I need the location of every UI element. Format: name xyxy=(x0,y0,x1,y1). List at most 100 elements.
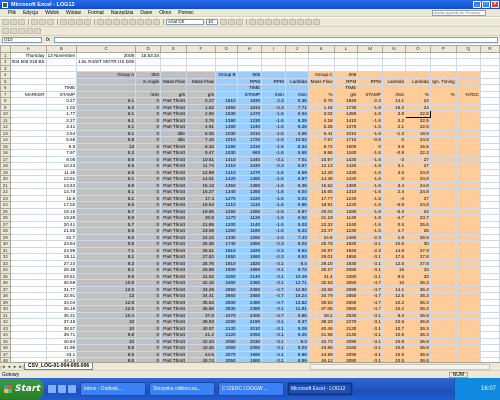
horizontal-scrollbar[interactable] xyxy=(310,363,490,370)
cell[interactable]: Part Thrott xyxy=(160,168,187,176)
taskbar-item-inbox[interactable]: Skrzynka odbiorcza... xyxy=(149,382,215,396)
cell[interactable]: Part Thrott xyxy=(160,194,187,202)
print-preview-icon[interactable] xyxy=(39,19,46,25)
menu-file[interactable]: Plik xyxy=(8,10,16,16)
cell[interactable]: Part Thrott xyxy=(160,318,187,326)
cell[interactable]: Part Thrott xyxy=(160,298,187,306)
merge-center-icon[interactable] xyxy=(273,19,280,25)
cell[interactable]: Part Thrott xyxy=(160,142,187,150)
paste-icon[interactable] xyxy=(76,19,83,25)
cut-icon[interactable] xyxy=(60,19,67,25)
underline-icon[interactable] xyxy=(236,19,243,25)
menu-help[interactable]: Pomoc xyxy=(178,10,194,16)
align-right-icon[interactable] xyxy=(265,19,272,25)
new-icon[interactable] xyxy=(2,19,9,25)
cell[interactable]: Part Thrott xyxy=(160,110,187,118)
sheet-tab[interactable]: CSV_LOG-01-004-005-006 xyxy=(24,363,94,370)
fill-color-icon[interactable] xyxy=(305,19,312,25)
name-box[interactable]: O10 xyxy=(2,37,42,43)
maximize-button[interactable]: □ xyxy=(482,1,490,8)
italic-icon[interactable] xyxy=(228,19,235,25)
desktop-icon[interactable] xyxy=(68,385,76,393)
cell[interactable]: Part Thrott xyxy=(160,233,187,241)
cell[interactable]: Part Thrott xyxy=(160,344,187,352)
cell[interactable]: Part Thrott xyxy=(160,201,187,209)
cell[interactable]: Part Thrott xyxy=(160,227,187,235)
cell[interactable]: Part Thrott xyxy=(160,188,187,196)
taskbar-item-excel[interactable]: Microsoft Excel - LOG12 xyxy=(287,382,353,396)
hyperlink-icon[interactable] xyxy=(113,19,120,25)
formula-input[interactable] xyxy=(53,37,498,43)
outlook-icon[interactable] xyxy=(58,385,66,393)
font-color-icon[interactable] xyxy=(313,19,320,25)
track-changes-icon[interactable] xyxy=(18,28,25,34)
cell[interactable]: 13 November xyxy=(45,51,78,59)
menu-edit[interactable]: Edycja xyxy=(23,10,38,16)
print-icon[interactable] xyxy=(31,19,38,25)
start-button[interactable]: Start xyxy=(0,379,44,399)
currency-icon[interactable] xyxy=(281,19,288,25)
cell[interactable]: Part Thrott xyxy=(160,331,187,339)
menu-insert[interactable]: Wstaw xyxy=(66,10,81,16)
cell[interactable]: Part Thrott xyxy=(160,253,187,261)
cell[interactable]: Part Thrott xyxy=(160,266,187,274)
cell[interactable]: Part Thrott xyxy=(160,181,187,189)
cell[interactable]: Part Thrott xyxy=(160,175,187,183)
minimize-button[interactable]: _ xyxy=(473,1,481,8)
cell[interactable]: Part Thrott xyxy=(160,149,187,157)
menu-data[interactable]: Dane xyxy=(140,10,152,16)
align-left-icon[interactable] xyxy=(249,19,256,25)
cell[interactable]: Part Thrott xyxy=(160,214,187,222)
cell[interactable]: Part Thrott xyxy=(160,103,187,111)
cell[interactable]: Part Thrott xyxy=(160,337,187,345)
taskbar-item-outlook[interactable]: Inbox - Outlook... xyxy=(80,382,146,396)
taskbar-item-folder[interactable]: C:\ZEDC LOGGW ... xyxy=(218,382,284,396)
comment-icon[interactable] xyxy=(10,28,17,34)
cell[interactable]: Part Thrott xyxy=(160,324,187,332)
fx-icon[interactable]: fx xyxy=(46,37,50,43)
format-painter-icon[interactable] xyxy=(84,19,91,25)
menu-tools[interactable]: Narzędzia xyxy=(111,10,134,16)
percent-icon[interactable] xyxy=(289,19,296,25)
reply-icon[interactable] xyxy=(26,28,33,34)
cell[interactable]: Mass Flow xyxy=(307,77,335,85)
sort-asc-icon[interactable] xyxy=(129,19,136,25)
borders-icon[interactable] xyxy=(297,19,304,25)
cell[interactable]: Mass Flow xyxy=(160,77,187,85)
cell[interactable]: Part Thrott xyxy=(160,246,187,254)
menu-window[interactable]: Okno xyxy=(159,10,171,16)
cell[interactable]: Part Thrott xyxy=(160,162,187,170)
menu-format[interactable]: Format xyxy=(88,10,104,16)
cell[interactable]: Part Thrott xyxy=(160,311,187,319)
redo-icon[interactable] xyxy=(105,19,112,25)
cell[interactable]: Part Thrott xyxy=(160,279,187,287)
cell[interactable]: Part Thrott xyxy=(160,285,187,293)
cell[interactable]: Ign. Timing xyxy=(429,77,457,85)
font-name-select[interactable]: Arial CE xyxy=(166,19,204,25)
cell[interactable]: 1.8L R4/5/T MOTR HS D05 xyxy=(76,58,137,66)
cell[interactable]: Part Thrott xyxy=(160,272,187,280)
autosum-icon[interactable] xyxy=(121,19,128,25)
undo-icon[interactable] xyxy=(97,19,104,25)
cell[interactable]: Part Thrott xyxy=(160,305,187,313)
cell[interactable]: Part Thrott xyxy=(160,207,187,215)
title-bar[interactable]: Microsoft Excel - LOG12 _ □ × xyxy=(0,0,500,9)
save-icon[interactable] xyxy=(18,19,25,25)
cell[interactable]: Part Thrott xyxy=(160,97,187,105)
cell[interactable]: Part Thrott xyxy=(160,292,187,300)
end-review-icon[interactable] xyxy=(34,28,41,34)
worksheet-grid[interactable]: ABCDEFGHIJKLMNOPQR 1 Thursday 13 November 2… xyxy=(0,45,500,362)
help-question-box[interactable]: Wpisz pytanie do Pomocy xyxy=(432,10,486,16)
drawing-icon[interactable] xyxy=(153,19,160,25)
sort-desc-icon[interactable] xyxy=(137,19,144,25)
cell[interactable]: Part Thrott xyxy=(160,220,187,228)
cell[interactable]: Group B xyxy=(214,71,238,79)
review-icon[interactable] xyxy=(2,28,9,34)
copy-icon[interactable] xyxy=(68,19,75,25)
cell[interactable]: Part Thrott xyxy=(160,259,187,267)
cell[interactable]: Part Thrott xyxy=(160,123,187,131)
cell[interactable]: Part Thrott xyxy=(160,240,187,248)
cell[interactable]: 004 506 018 BS xyxy=(9,58,47,66)
cell[interactable]: Part Thrott xyxy=(160,350,187,358)
align-center-icon[interactable] xyxy=(257,19,264,25)
